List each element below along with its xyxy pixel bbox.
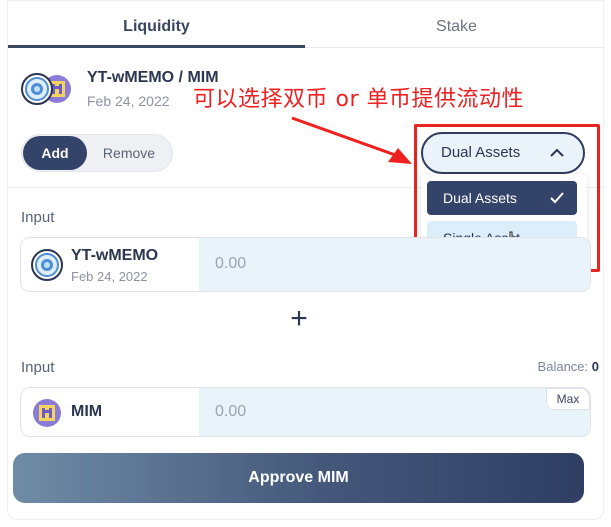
balance-value: 0 — [591, 359, 599, 374]
balance-label: Balance: — [537, 359, 589, 374]
input2-token-name: MIM — [71, 403, 103, 420]
input2-field: MIM 0.00 Max — [20, 387, 591, 437]
balance-display: Balance: 0 — [538, 359, 599, 374]
mim-token-icon — [33, 399, 61, 427]
input1-token-date: Feb 24, 2022 — [71, 269, 148, 284]
add-remove-toggle: Add Remove — [21, 134, 173, 172]
input2-amount[interactable]: 0.00 — [199, 388, 590, 436]
input2-placeholder: 0.00 — [215, 403, 247, 420]
input1-token-name: YT-wMEMO — [71, 247, 159, 264]
ytwmemo-token-icon — [31, 249, 63, 281]
input2-token: MIM — [21, 388, 199, 436]
annotation-text: 可以选择双币 or 单币提供流动性 — [193, 87, 524, 112]
input1-field: YT-wMEMO Feb 24, 2022 0.00 — [20, 237, 591, 292]
annotation-arrow — [291, 116, 412, 164]
tab-bar: Liquidity Stake — [8, 1, 605, 48]
pair-icons — [21, 73, 71, 105]
tab-stake[interactable]: Stake — [308, 1, 605, 48]
input1-token: YT-wMEMO Feb 24, 2022 — [21, 238, 199, 291]
input1-label: Input — [21, 209, 55, 226]
tab-liquidity[interactable]: Liquidity — [8, 1, 305, 48]
add-button[interactable]: Add — [23, 136, 87, 170]
input1-placeholder: 0.00 — [215, 255, 247, 272]
pair-date: Feb 24, 2022 — [87, 93, 170, 109]
input2-label: Input — [21, 359, 55, 376]
ytwmemo-token-icon — [21, 73, 53, 105]
plus-icon: + — [290, 302, 308, 335]
remove-button[interactable]: Remove — [94, 136, 164, 170]
input1-amount[interactable]: 0.00 — [199, 238, 590, 291]
max-button[interactable]: Max — [546, 388, 590, 410]
approve-button[interactable]: Approve MIM — [13, 453, 584, 503]
